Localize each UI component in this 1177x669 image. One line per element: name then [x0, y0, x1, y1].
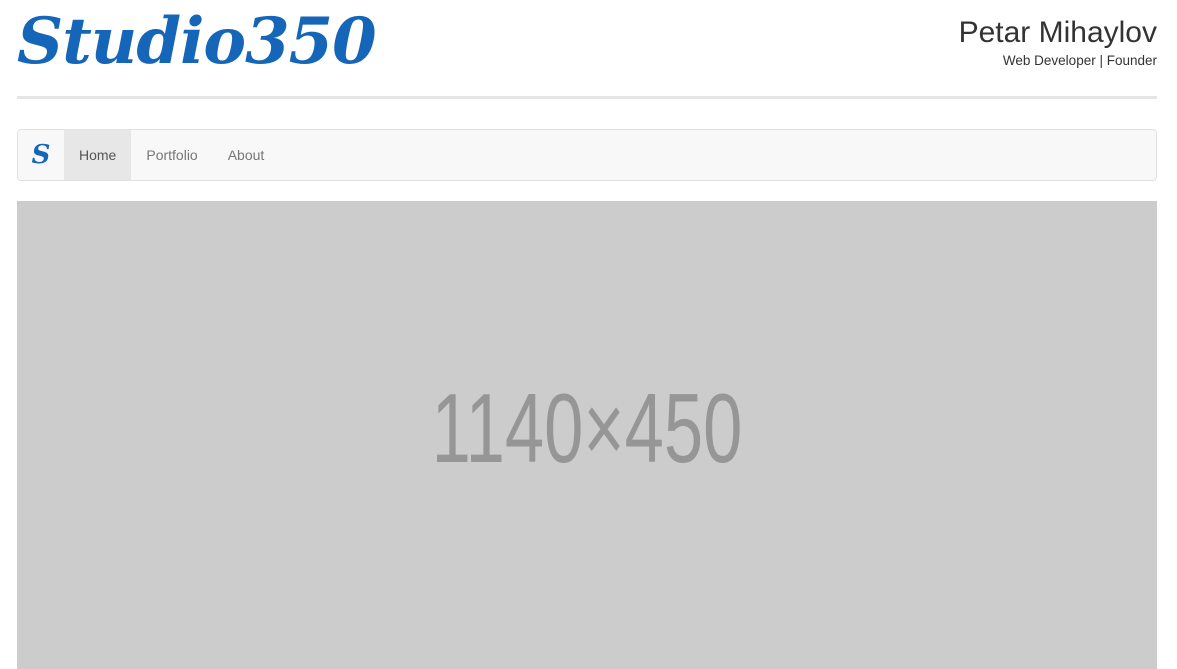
navbar-brand[interactable]: S [18, 130, 64, 180]
owner-role: Web Developer | Founder [1002, 53, 1157, 68]
owner-name: Petar Mihaylov [958, 16, 1157, 49]
site-header: Studio350 Petar Mihaylov Web Developer |… [17, 0, 1157, 98]
main-navbar: S Home Portfolio About [17, 129, 1157, 181]
page: Studio350 Petar Mihaylov Web Developer |… [0, 0, 1177, 669]
nav-item-about[interactable]: About [213, 130, 280, 180]
hero-placeholder-label: 1140×450 [431, 373, 743, 483]
nav-item-portfolio[interactable]: Portfolio [131, 130, 212, 180]
nav-item-home[interactable]: Home [64, 130, 132, 180]
owner-info: Petar Mihaylov Web Developer | Founder [959, 15, 1157, 70]
site-logo[interactable]: Studio350 [17, 4, 377, 80]
header-divider [17, 96, 1157, 99]
hero-image-placeholder: 1140×450 [17, 201, 1157, 669]
